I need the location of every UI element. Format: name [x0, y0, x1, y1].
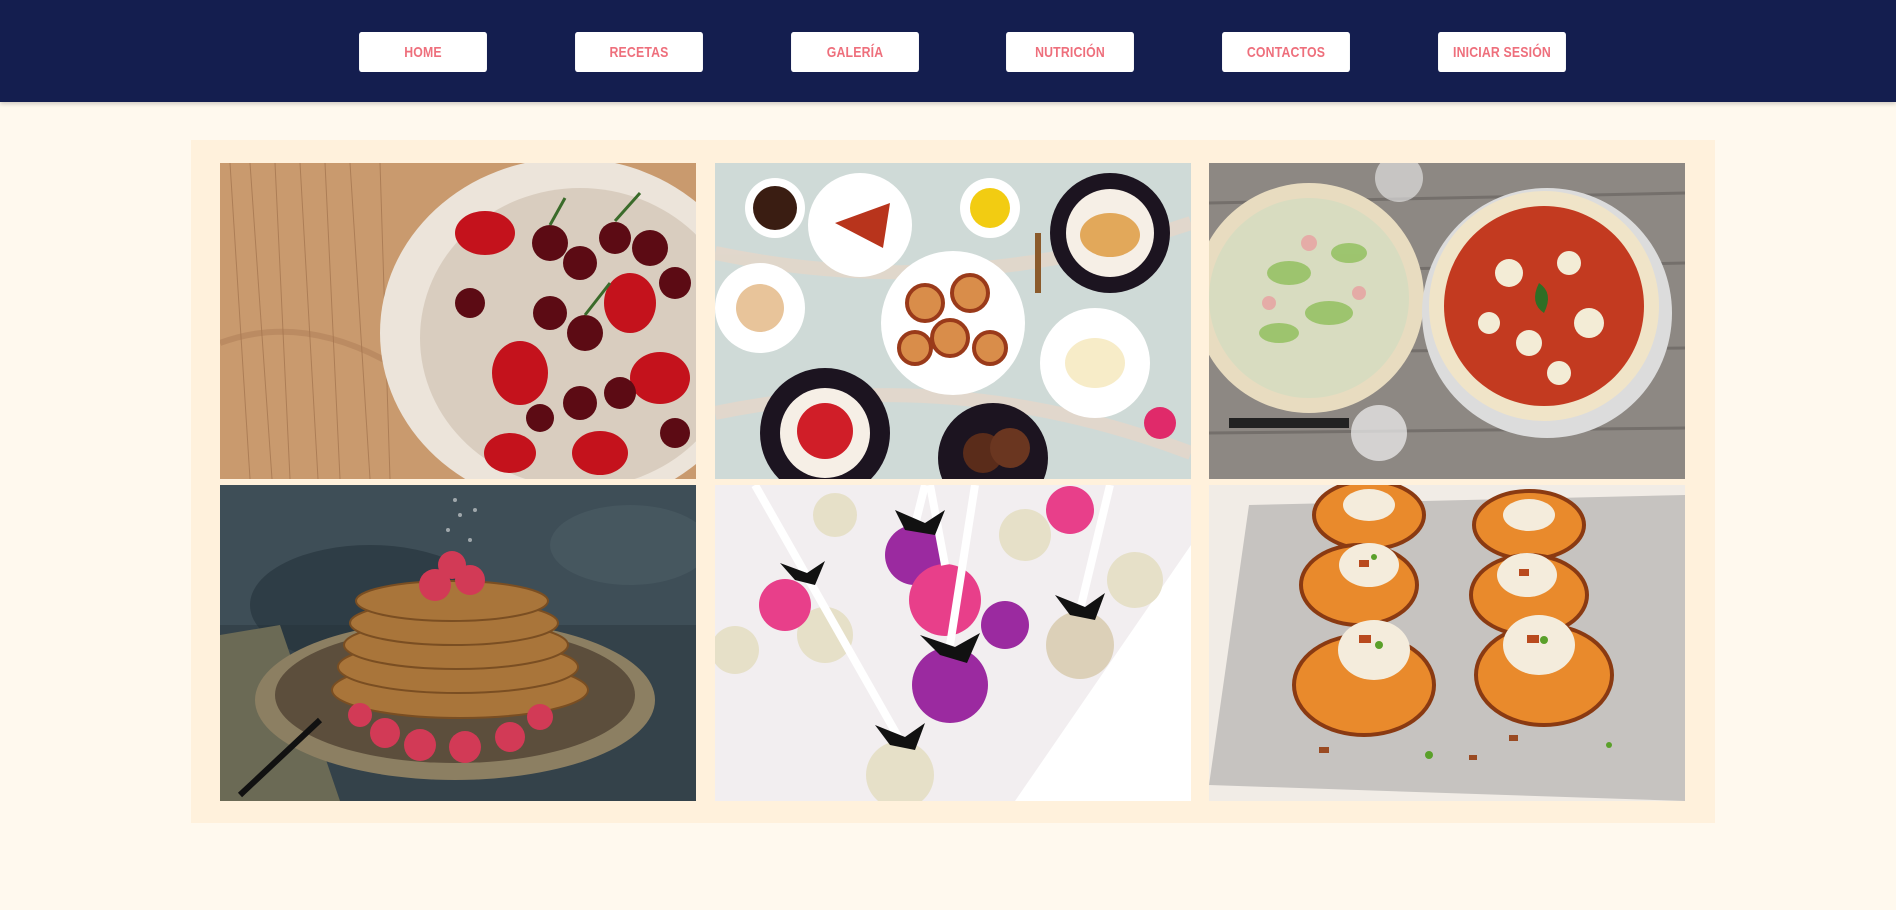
nav-nutricion-button[interactable]: NUTRICIÓN — [1006, 32, 1134, 72]
cake-pops-image — [715, 485, 1191, 801]
gallery-photo-pancakes[interactable] — [220, 485, 696, 801]
nav-recetas-button[interactable]: RECETAS — [575, 32, 703, 72]
nav-iniciar-sesion-button[interactable]: INICIAR SESIÓN — [1438, 32, 1566, 72]
nav-home-button[interactable]: HOME — [359, 32, 487, 72]
nav-contactos-button[interactable]: CONTACTOS — [1222, 32, 1350, 72]
gallery-photo-cherries-strawberries[interactable] — [220, 163, 696, 479]
gallery-photo-pastries[interactable] — [715, 163, 1191, 479]
pizzas-image — [1209, 163, 1685, 479]
cherries-strawberries-image — [220, 163, 696, 479]
photo-gallery — [191, 140, 1715, 823]
gallery-photo-grilled-peaches[interactable] — [1209, 485, 1685, 801]
gallery-photo-pizzas[interactable] — [1209, 163, 1685, 479]
nav-galeria-button[interactable]: GALERÍA — [791, 32, 919, 72]
top-navbar: HOME RECETAS GALERÍA NUTRICIÓN CONTACTOS… — [0, 0, 1896, 102]
pastries-image — [715, 163, 1191, 479]
gallery-photo-cake-pops[interactable] — [715, 485, 1191, 801]
grilled-peaches-image — [1209, 485, 1685, 801]
pancakes-image — [220, 485, 696, 801]
